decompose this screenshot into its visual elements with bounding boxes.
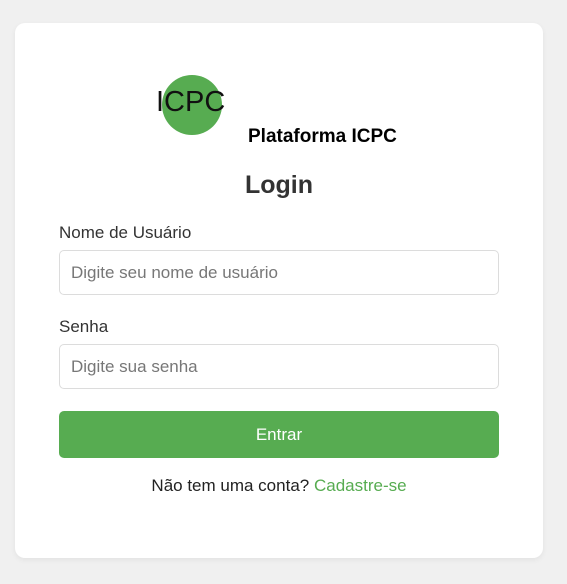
page-title: Login: [244, 171, 314, 199]
username-label: Nome de Usuário: [59, 223, 192, 242]
signup-link[interactable]: Cadastre-se: [314, 476, 407, 495]
signup-prompt: Não tem uma conta?: [151, 476, 310, 495]
logo-text: ICPC: [156, 86, 226, 118]
password-input[interactable]: [59, 344, 499, 389]
username-input[interactable]: [59, 250, 499, 295]
password-label: Senha: [59, 317, 109, 336]
login-button[interactable]: Entrar: [59, 411, 499, 458]
login-card: ICPC Plataforma ICPC Login Nome de Usuár…: [15, 23, 543, 558]
signup-row: Não tem uma conta? Cadastre-se: [15, 476, 543, 496]
platform-name: Plataforma ICPC: [248, 126, 397, 147]
